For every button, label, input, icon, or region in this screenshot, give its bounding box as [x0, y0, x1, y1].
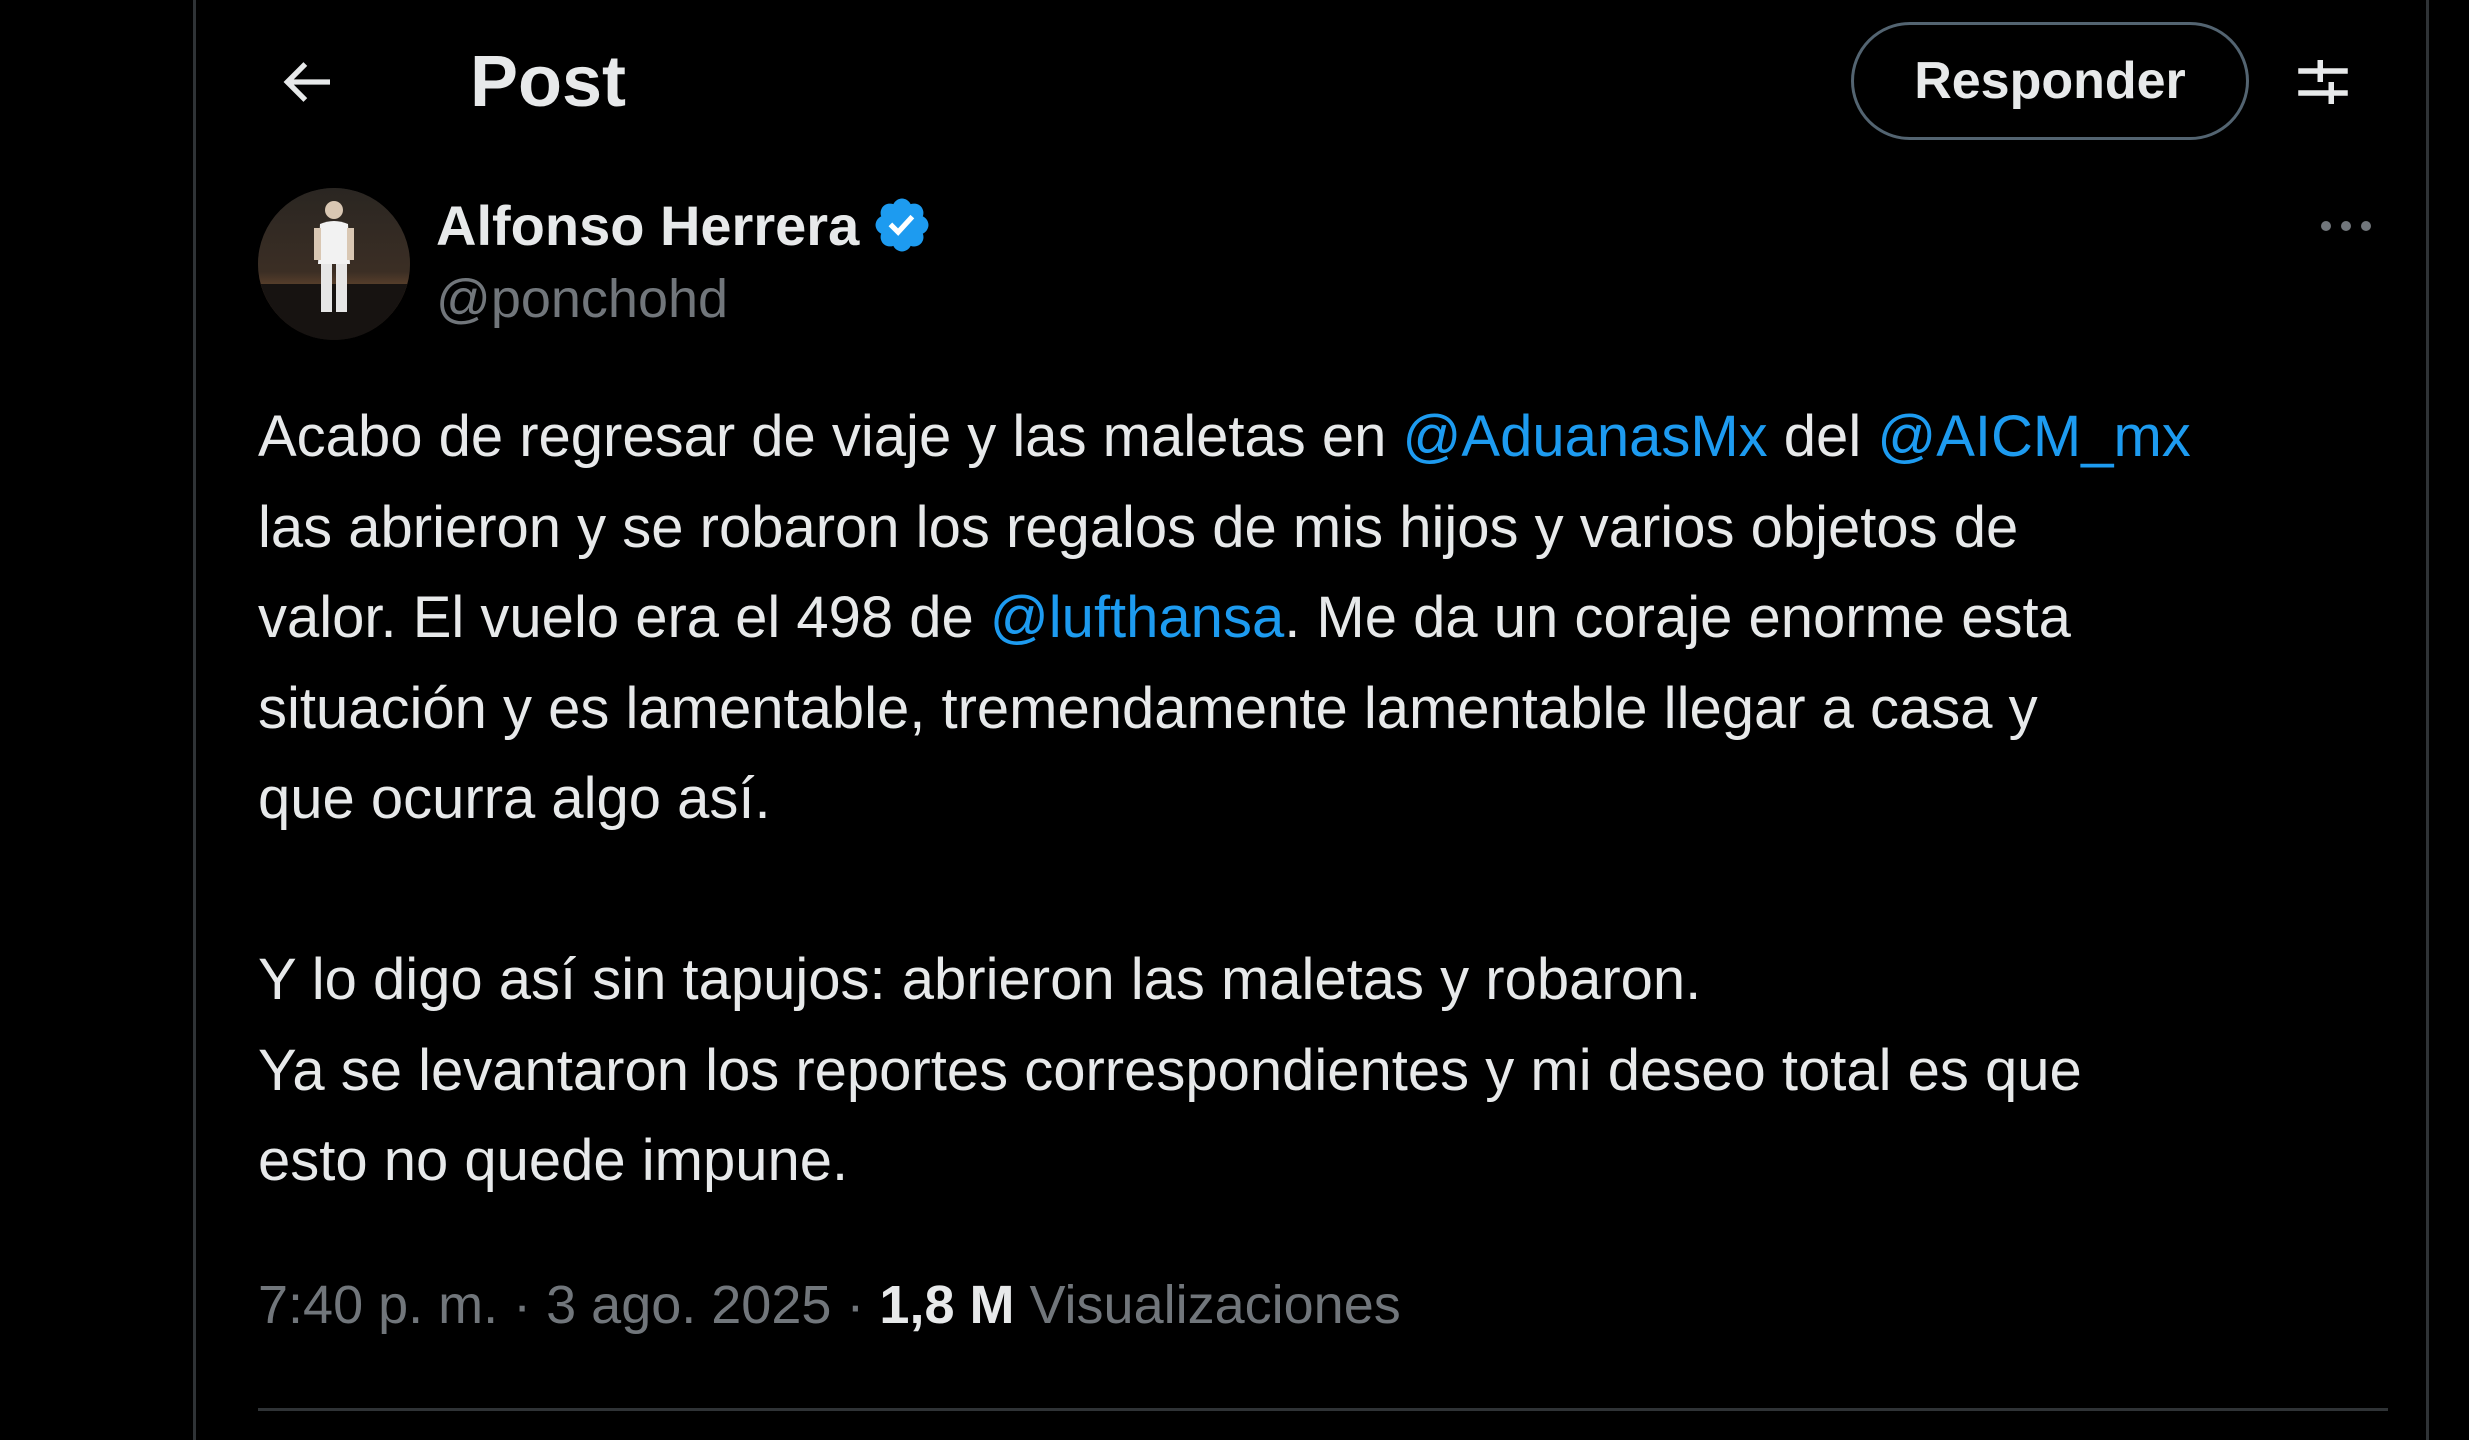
- reply-settings-button[interactable]: [2273, 36, 2373, 128]
- views-count: 1,8 M: [879, 1275, 1015, 1335]
- author-handle[interactable]: @ponchohd: [436, 264, 728, 334]
- sliders-icon: [2298, 60, 2348, 104]
- tweet-text-segment: Acabo de regresar de viaje y las maletas…: [258, 404, 1403, 469]
- more-horizontal-icon: [2321, 221, 2371, 231]
- tweet-text-segment: del: [1767, 404, 1878, 469]
- author-display-name: Alfonso Herrera: [436, 193, 860, 257]
- tweet-time[interactable]: 7:40 p. m.: [258, 1275, 498, 1335]
- tweet-meta: 7:40 p. m. · 3 ago. 2025 · 1,8 M Visuali…: [258, 1270, 1401, 1340]
- mention-link[interactable]: @lufthansa: [990, 585, 1284, 650]
- tweet-text-segment: . Me da un coraje enorme esta situación …: [258, 585, 2082, 1193]
- more-options-button[interactable]: [2306, 196, 2386, 256]
- page: Post Responder Alfonso Herrera @ponchohd…: [0, 0, 2469, 1440]
- back-button[interactable]: [256, 36, 356, 128]
- avatar-photo: [258, 188, 410, 340]
- divider: [258, 1408, 2388, 1411]
- avatar[interactable]: [258, 188, 410, 340]
- tweet-text: Acabo de regresar de viaje y las maletas…: [258, 392, 2388, 1207]
- views-label: Visualizaciones: [1029, 1275, 1401, 1335]
- page-title: Post: [470, 42, 627, 122]
- meta-separator: ·: [498, 1275, 547, 1335]
- mention-link[interactable]: @AduanasMx: [1403, 404, 1768, 469]
- meta-separator: ·: [831, 1275, 880, 1335]
- author-name[interactable]: Alfonso Herrera: [436, 190, 933, 260]
- mention-link[interactable]: @AICM_mx: [1877, 404, 2190, 469]
- tweet-date[interactable]: 3 ago. 2025: [546, 1275, 831, 1335]
- verified-badge-icon: [875, 198, 929, 252]
- arrow-left-icon: [283, 62, 330, 102]
- reply-button[interactable]: Responder: [1851, 22, 2249, 140]
- post-column: Post Responder Alfonso Herrera @ponchohd…: [193, 0, 2429, 1440]
